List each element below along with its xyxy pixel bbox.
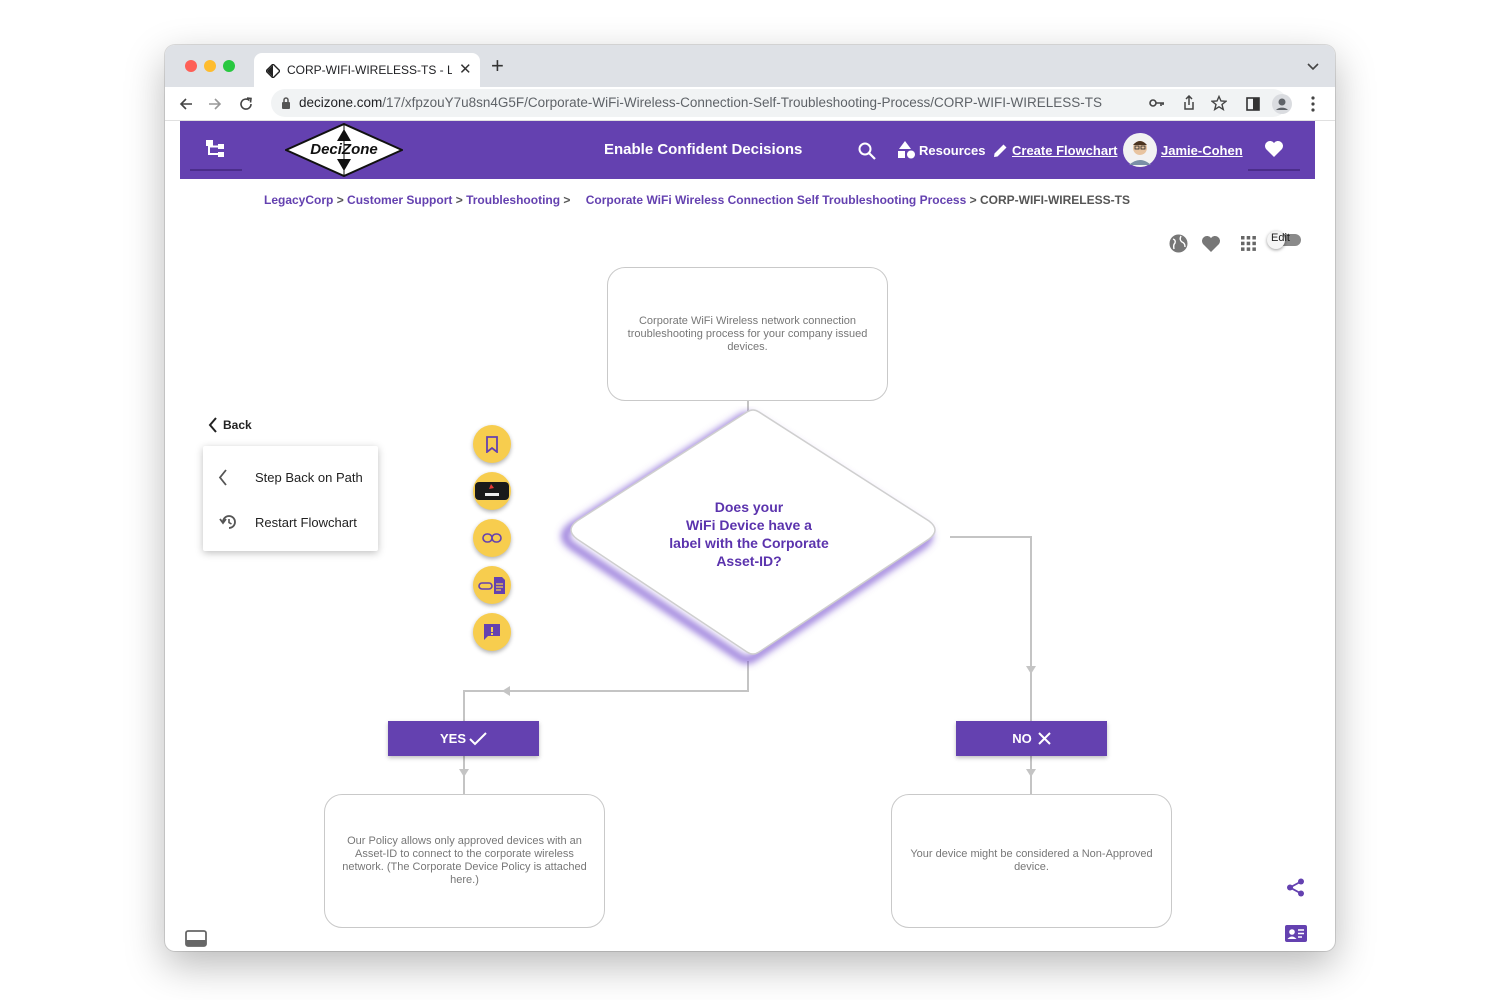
decision-question: Does your WiFi Device have a label with …	[669, 499, 829, 569]
share-page-icon[interactable]	[1182, 95, 1196, 111]
restart-icon	[219, 515, 236, 529]
back-menu: Step Back on Path Restart Flowchart	[203, 446, 378, 551]
close-tab-icon[interactable]: ✕	[459, 60, 472, 78]
attachment-document-icon	[478, 577, 505, 594]
close-window-button[interactable]	[185, 60, 197, 72]
no-button[interactable]: NO	[956, 721, 1107, 756]
link-fab[interactable]	[473, 519, 511, 557]
tab-title: CORP-WIFI-WIRELESS-TS - LegacyCorp	[287, 63, 452, 77]
bookmark-star-icon[interactable]	[1211, 95, 1227, 111]
feedback-icon	[484, 624, 500, 640]
restart-menu-item[interactable]: Restart Flowchart	[203, 500, 378, 544]
back-arrow-icon[interactable]	[178, 96, 194, 112]
lock-icon	[282, 97, 290, 109]
share-icon[interactable]	[1286, 878, 1305, 897]
chevron-left-icon	[218, 468, 227, 486]
tab-strip: CORP-WIFI-WIRELESS-TS - LegacyCorp ✕ +	[165, 45, 1335, 87]
key-icon[interactable]	[1149, 98, 1165, 108]
bookmark-icon	[486, 435, 498, 453]
yes-result-node[interactable]: Our Policy allows only approved devices …	[324, 794, 605, 928]
address-bar[interactable]: decizone.com/17/xfpzouY7u8sn4G5F/Corpora…	[271, 89, 1287, 117]
bookmark-fab[interactable]	[473, 425, 511, 463]
reload-icon[interactable]	[238, 96, 254, 112]
site-favicon-icon	[266, 64, 280, 78]
browser-menu-icon[interactable]	[1311, 96, 1315, 112]
start-node-text: Corporate WiFi Wireless network connecti…	[627, 314, 868, 353]
side-panel-icon[interactable]	[1246, 97, 1260, 111]
profile-icon[interactable]	[1272, 94, 1292, 114]
yes-result-text: Our Policy allows only approved devices …	[342, 835, 587, 886]
no-result-text: Your device might be considered a Non-Ap…	[910, 848, 1153, 873]
browser-tab[interactable]: CORP-WIFI-WIRELESS-TS - LegacyCorp ✕	[254, 53, 480, 87]
chevron-left-icon	[208, 417, 217, 433]
step-back-menu-item[interactable]: Step Back on Path	[203, 455, 378, 499]
new-tab-button[interactable]: +	[491, 55, 504, 77]
asset-label-fab[interactable]	[473, 472, 511, 510]
contact-card-icon[interactable]	[1285, 925, 1307, 942]
link-icon	[482, 533, 502, 543]
x-icon	[1038, 732, 1051, 745]
minimize-window-button[interactable]	[204, 60, 216, 72]
device-label-icon	[475, 482, 509, 500]
feedback-fab[interactable]	[473, 613, 511, 651]
yes-button[interactable]: YES	[388, 721, 539, 756]
no-result-node[interactable]: Your device might be considered a Non-Ap…	[891, 794, 1172, 928]
check-icon	[469, 731, 487, 745]
browser-window: CORP-WIFI-WIRELESS-TS - LegacyCorp ✕ + d…	[165, 45, 1335, 951]
url-text: decizone.com/17/xfpzouY7u8sn4G5F/Corpora…	[299, 95, 1103, 110]
maximize-window-button[interactable]	[223, 60, 235, 72]
browser-toolbar: decizone.com/17/xfpzouY7u8sn4G5F/Corpora…	[165, 87, 1335, 121]
forward-arrow-icon[interactable]	[207, 96, 223, 112]
attachment-fab[interactable]	[473, 566, 511, 604]
page-content: DeciZone Enable Confident Decisions Reso…	[180, 121, 1315, 951]
bottom-panel-icon[interactable]	[185, 930, 207, 947]
back-button[interactable]: Back	[208, 417, 252, 433]
tab-search-chevron-icon[interactable]	[1307, 63, 1319, 71]
start-node[interactable]: Corporate WiFi Wireless network connecti…	[607, 267, 888, 401]
